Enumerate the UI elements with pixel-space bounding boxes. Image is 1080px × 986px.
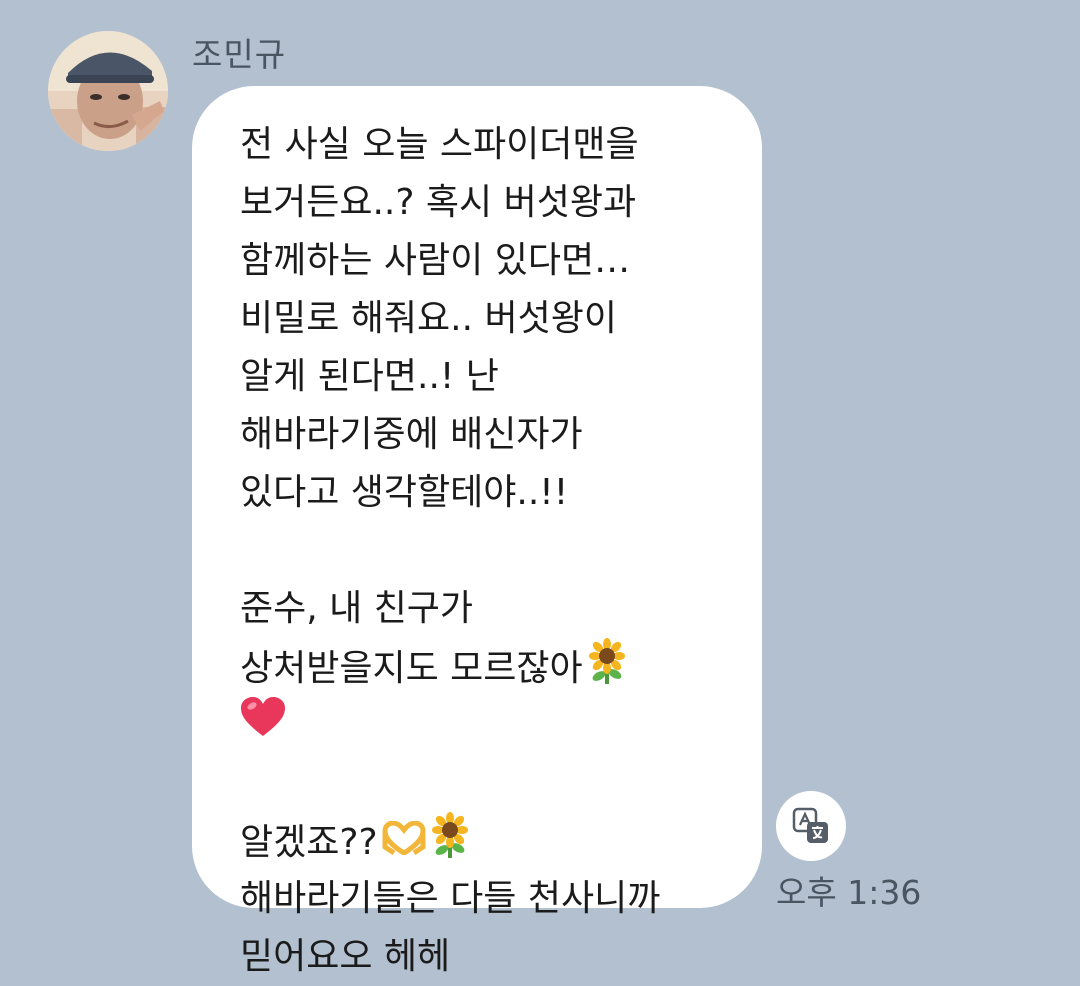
message-line-with-emoji: 알겠죠?? xyxy=(240,812,742,870)
message-line: 해바라기중에 배신자가 xyxy=(240,414,583,455)
heart-hands-icon xyxy=(382,815,426,873)
message-line: 함께하는 사람이 있다면… xyxy=(240,240,631,281)
sunflower-icon xyxy=(430,812,470,876)
message-line-with-emoji: 상처받을지도 모르잖아 xyxy=(240,638,742,696)
sender-name: 조민규 xyxy=(192,35,287,74)
message-line: 준수, 내 친구가 xyxy=(240,588,474,629)
message-text: 알겠죠?? xyxy=(240,822,378,863)
message-bubble[interactable]: 전 사실 오늘 스파이더맨을 보거든요..? 혹시 버섯왕과 함께하는 사람이 … xyxy=(192,86,762,977)
message-line: 해바라기들은 다들 천사니까 xyxy=(240,878,661,919)
sender-avatar[interactable] xyxy=(48,31,168,151)
translate-icon xyxy=(792,807,828,843)
message-line: 믿어요오 헤헤 xyxy=(240,936,451,977)
sunflower-icon xyxy=(587,638,627,702)
message-text: 상처받을지도 모르잖아 xyxy=(240,648,583,689)
red-heart-icon xyxy=(240,696,286,756)
message-line: 알게 된다면..! 난 xyxy=(240,356,499,397)
profile-photo-icon xyxy=(48,31,168,151)
translate-button[interactable] xyxy=(776,791,846,861)
message-line: 비밀로 해줘요.. 버섯왕이 xyxy=(240,298,617,339)
message-line: 있다고 생각할테야..!! xyxy=(240,472,569,513)
message-line-with-emoji xyxy=(240,696,742,754)
message-line: 보거든요..? 혹시 버섯왕과 xyxy=(240,182,637,223)
message-timestamp: 오후 1:36 xyxy=(776,873,922,912)
message-line: 전 사실 오늘 스파이더맨을 xyxy=(240,124,639,165)
